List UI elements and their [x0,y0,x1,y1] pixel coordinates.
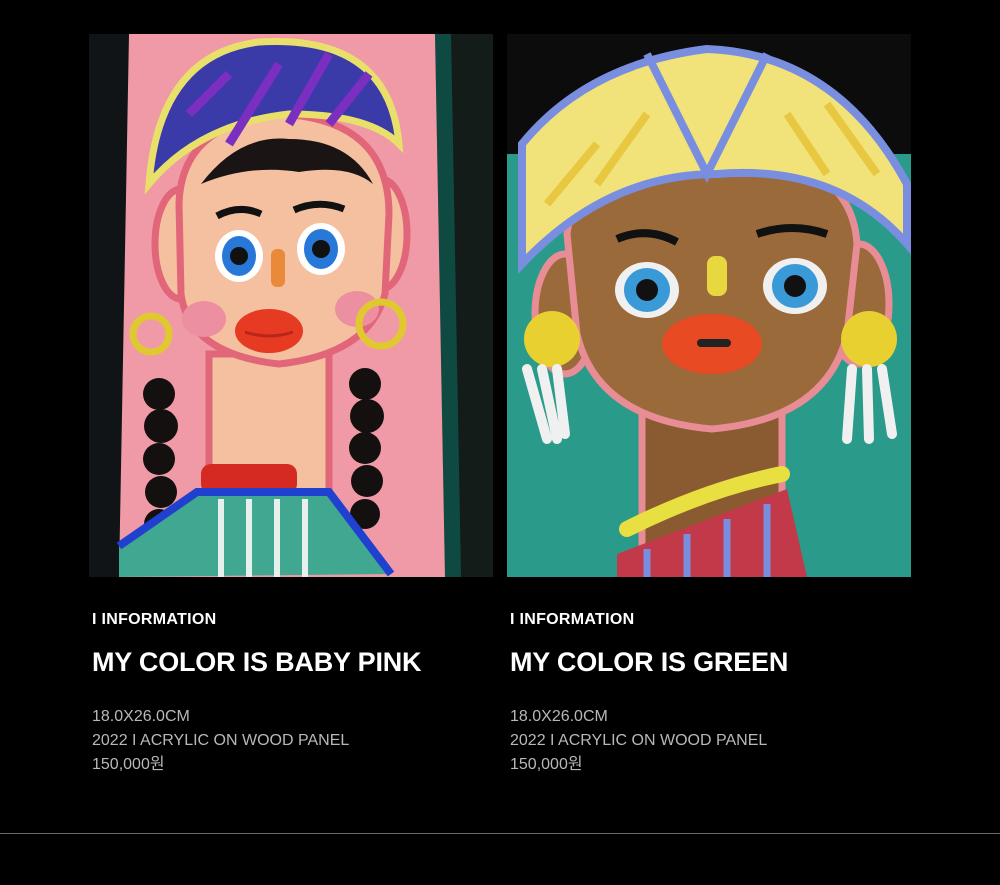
artwork-card-green: I INFORMATION MY COLOR IS GREEN 18.0X26.… [507,34,911,777]
artwork-year-medium: 2022 I ACRYLIC ON WOOD PANEL [92,732,350,749]
artwork-size: 18.0X26.0CM [92,708,190,725]
artwork-info: I INFORMATION MY COLOR IS BABY PINK 18.0… [89,611,493,777]
information-label: I INFORMATION [92,611,217,628]
painting-image-green [507,34,911,577]
artwork-size: 18.0X26.0CM [510,708,608,725]
artwork-specs: 18.0X26.0CM 2022 I ACRYLIC ON WOOD PANEL… [510,705,911,777]
artwork-price: 150,000원 [92,756,165,773]
artwork-card-baby-pink: I INFORMATION MY COLOR IS BABY PINK 18.0… [89,34,493,777]
artwork-title: MY COLOR IS GREEN [510,647,789,677]
artwork-price: 150,000원 [510,756,583,773]
painting-image-baby-pink [89,34,493,577]
bottom-divider [0,833,1000,834]
artwork-specs: 18.0X26.0CM 2022 I ACRYLIC ON WOOD PANEL… [92,705,493,777]
artwork-year-medium: 2022 I ACRYLIC ON WOOD PANEL [510,732,768,749]
artwork-title: MY COLOR IS BABY PINK [92,647,422,677]
artwork-info: I INFORMATION MY COLOR IS GREEN 18.0X26.… [507,611,911,777]
information-label: I INFORMATION [510,611,635,628]
